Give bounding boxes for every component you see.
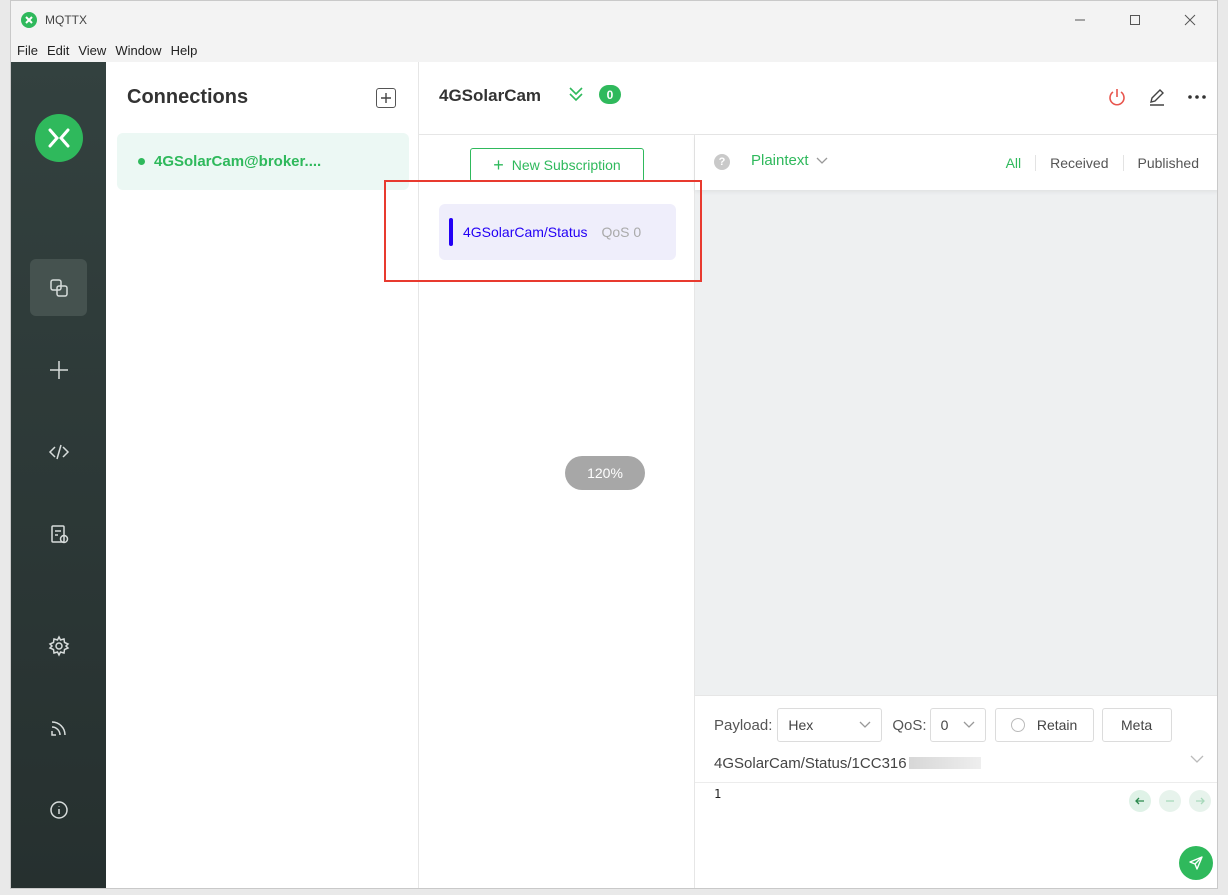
edit-connection-button[interactable] — [1145, 85, 1169, 109]
zoom-indicator: 120% — [565, 456, 645, 490]
plus-icon: + — [493, 155, 504, 175]
chevron-down-icon — [1190, 755, 1204, 763]
nav-feed-button[interactable] — [30, 699, 87, 756]
connections-header: Connections — [127, 86, 249, 108]
menu-help[interactable]: Help — [171, 43, 198, 58]
meta-button[interactable]: Meta — [1101, 708, 1172, 742]
connections-icon — [49, 278, 68, 297]
nav-about-button[interactable] — [30, 781, 87, 838]
disconnect-button[interactable] — [1105, 85, 1129, 109]
filter-published-tab[interactable]: Published — [1122, 155, 1214, 171]
chevron-down-icon — [859, 721, 871, 728]
mqttx-logo-icon — [35, 114, 83, 162]
power-icon — [1109, 89, 1125, 106]
payload-format-select[interactable]: Plaintext — [751, 152, 828, 169]
payload-label: Payload: — [714, 716, 773, 734]
add-connection-button[interactable] — [376, 88, 396, 108]
connection-label: 4GSolarCam@broker.... — [154, 153, 322, 170]
chevron-down-icon — [816, 157, 828, 164]
payload-type-value: Hex — [788, 717, 814, 733]
code-icon — [48, 444, 69, 459]
title-bar: MQTTX — [11, 1, 1217, 38]
filter-received-tab[interactable]: Received — [1035, 155, 1122, 171]
nav-settings-button[interactable] — [30, 617, 87, 674]
highlight-annotation — [384, 180, 702, 282]
send-icon — [1189, 856, 1203, 870]
retain-toggle[interactable]: Retain — [994, 708, 1094, 742]
connections-panel: Connections 4GSolarCam@broker.... — [106, 62, 419, 888]
connection-status-dot — [138, 158, 145, 165]
minimize-icon — [1074, 19, 1085, 20]
qos-label: QoS: — [892, 716, 927, 734]
redacted-text — [908, 757, 981, 769]
chevrons-down-icon[interactable] — [567, 85, 585, 103]
payload-type-select[interactable]: Hex — [777, 708, 883, 742]
retain-label: Retain — [1036, 717, 1078, 733]
more-icon — [1188, 95, 1206, 99]
retain-radio-icon — [1010, 718, 1025, 732]
maximize-button[interactable] — [1107, 1, 1162, 38]
window-title: MQTTX — [45, 12, 87, 27]
publish-topic-input[interactable]: 4GSolarCam/Status/1CC316 — [714, 749, 1204, 777]
edit-icon — [1150, 89, 1164, 106]
help-icon[interactable]: ? — [714, 154, 730, 170]
payload-format-value: Plaintext — [751, 152, 809, 169]
qos-select[interactable]: 0 — [929, 708, 986, 742]
connection-header: 4GSolarCam 0 — [419, 62, 1217, 135]
nav-new-connection-button[interactable] — [30, 341, 87, 398]
arrow-left-icon — [1135, 797, 1144, 805]
nav-script-button[interactable] — [30, 423, 87, 480]
history-buttons — [1121, 790, 1211, 812]
menu-bar: File Edit View Window Help — [11, 38, 1217, 62]
qos-value: 0 — [940, 717, 949, 733]
history-back-button[interactable] — [1129, 790, 1151, 812]
publish-topic-value: 4GSolarCam/Status/1CC316 — [714, 754, 907, 772]
message-filter-tabs: All Received Published — [992, 155, 1213, 171]
menu-view[interactable]: View — [78, 43, 106, 58]
message-count-badge: 0 — [599, 85, 621, 104]
payload-value: 1 — [714, 787, 722, 801]
menu-window[interactable]: Window — [115, 43, 161, 58]
gear-icon — [48, 634, 69, 657]
publish-options-row: Payload: Hex QoS: 0 Retain Meta — [714, 708, 1172, 742]
app-window: MQTTX File Edit View Window Help Connect… — [10, 0, 1218, 889]
plus-square-icon — [381, 93, 391, 103]
history-forward-button[interactable] — [1189, 790, 1211, 812]
minimize-button[interactable] — [1052, 1, 1107, 38]
maximize-icon — [1129, 14, 1140, 25]
connection-item[interactable]: 4GSolarCam@broker.... — [117, 133, 409, 190]
history-clear-button[interactable] — [1159, 790, 1181, 812]
send-button[interactable] — [1179, 846, 1213, 880]
minus-icon — [1166, 800, 1174, 802]
filter-all-tab[interactable]: All — [992, 155, 1036, 171]
more-options-button[interactable] — [1185, 85, 1209, 109]
log-icon — [50, 524, 68, 543]
connection-name: 4GSolarCam — [439, 86, 542, 105]
feed-icon — [50, 720, 66, 736]
nav-log-button[interactable] — [30, 505, 87, 562]
close-icon — [1184, 14, 1195, 25]
new-subscription-button[interactable]: + New Subscription — [470, 148, 644, 182]
menu-edit[interactable]: Edit — [47, 43, 69, 58]
left-nav — [11, 62, 106, 888]
menu-file[interactable]: File — [17, 43, 38, 58]
messages-toolbar: ? Plaintext All Received Published — [695, 135, 1217, 190]
meta-label: Meta — [1121, 717, 1153, 733]
new-subscription-label: New Subscription — [511, 157, 621, 173]
arrow-right-icon — [1196, 797, 1205, 805]
plus-icon — [49, 360, 68, 379]
close-button[interactable] — [1162, 1, 1217, 38]
nav-connections-button[interactable] — [30, 259, 87, 316]
publish-panel: Payload: Hex QoS: 0 Retain Meta 4GSolarC… — [695, 695, 1217, 888]
chevron-down-icon — [963, 721, 975, 728]
payload-editor[interactable]: 1 — [695, 782, 1217, 888]
app-logo-icon — [21, 11, 37, 28]
messages-panel: ? Plaintext All Received Published — [695, 135, 1217, 695]
info-icon — [49, 800, 68, 819]
